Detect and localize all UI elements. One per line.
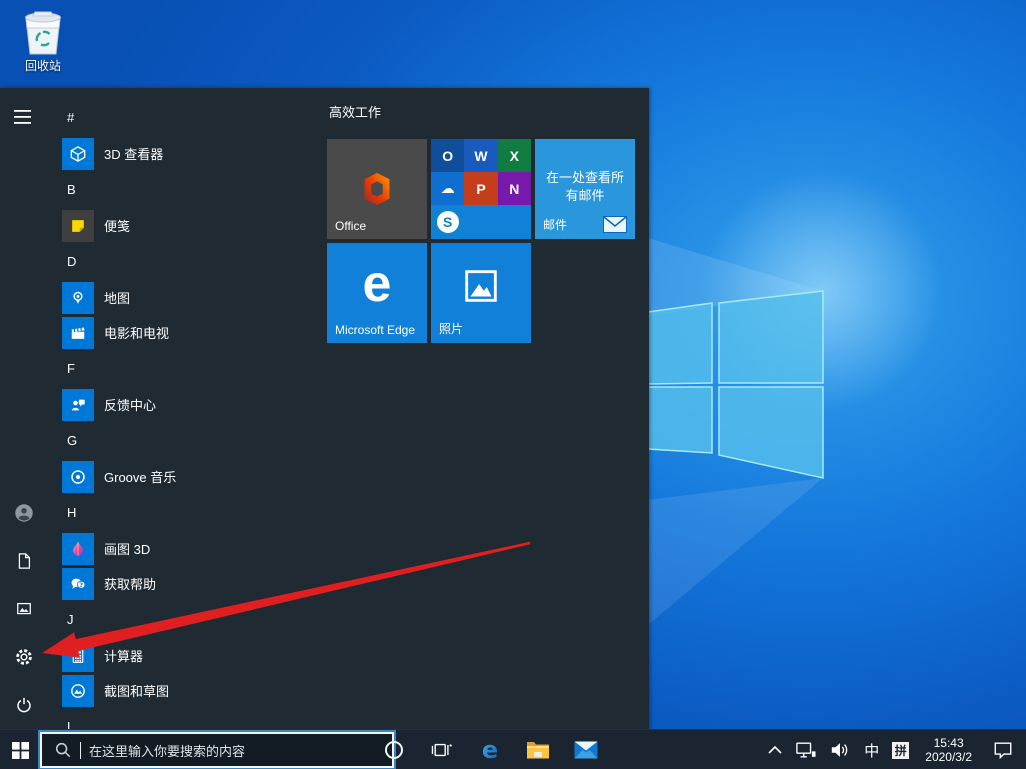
app-list-item-label: 便笺 bbox=[104, 219, 131, 234]
search-icon bbox=[54, 741, 72, 759]
calculator-icon bbox=[62, 639, 94, 672]
mail-icon[interactable] bbox=[562, 730, 610, 769]
app-list-item[interactable]: 3D 查看器 bbox=[62, 136, 314, 171]
start-menu: #3D 查看器 B 便笺 D 地图电影和电视 F 反馈中心 G Groove 音乐 H 画图 3D?… bbox=[0, 88, 649, 729]
text-caret bbox=[80, 741, 81, 759]
mail-envelope-icon bbox=[603, 216, 627, 233]
app-list-item-label: 反馈中心 bbox=[104, 398, 157, 413]
app-list-letter-header[interactable]: D bbox=[62, 243, 314, 280]
start-menu-app-list: #3D 查看器 B 便笺 D 地图电影和电视 F 反馈中心 G Groove 音乐 H 画图 3D?… bbox=[62, 99, 314, 729]
ime-language-indicator[interactable]: 中 bbox=[857, 730, 886, 769]
sticky-icon bbox=[62, 209, 94, 242]
tile-office-apps-grid[interactable]: O W X ☁ P N S bbox=[431, 139, 531, 239]
office-logo-icon bbox=[358, 170, 396, 208]
app-list-item[interactable]: 反馈中心 bbox=[62, 387, 314, 422]
app-list-letter-header[interactable]: F bbox=[62, 350, 314, 387]
app-list-item-label: 3D 查看器 bbox=[104, 147, 164, 162]
tile-edge-label: Microsoft Edge bbox=[335, 323, 416, 337]
gethelp-icon: ? bbox=[62, 567, 94, 600]
desktop: 回收站 #3D 查看器 B 便笺 D 地图电影和电视 F 反馈中心 G Groove 音乐 bbox=[0, 0, 1026, 769]
hamburger-icon[interactable] bbox=[12, 105, 36, 129]
tile-photos[interactable]: 照片 bbox=[431, 243, 531, 343]
taskbar-clock[interactable]: 15:43 2020/3/2 bbox=[915, 736, 982, 764]
tile-microsoft-edge[interactable]: e Microsoft Edge bbox=[327, 243, 427, 343]
search-input[interactable]: 在这里输入你要搜索的内容 bbox=[40, 732, 394, 768]
feedback-icon bbox=[62, 388, 94, 421]
mini-tile-powerpoint[interactable]: P bbox=[464, 172, 498, 205]
action-center-icon[interactable] bbox=[982, 730, 1026, 769]
edge-icon[interactable]: e bbox=[466, 730, 514, 769]
movies-icon bbox=[62, 316, 94, 349]
gear-icon[interactable] bbox=[12, 645, 36, 669]
document-icon[interactable] bbox=[12, 549, 36, 573]
tile-group-title: 高效工作 bbox=[329, 105, 382, 120]
search-placeholder: 在这里输入你要搜索的内容 bbox=[89, 743, 246, 759]
start-menu-tiles: 高效工作 Office O W X ☁ P N S 在一处查看所有邮件 邮件 e… bbox=[327, 88, 639, 729]
app-list-item[interactable]: 画图 3D bbox=[62, 531, 314, 566]
app-list-item[interactable]: 计算器 bbox=[62, 638, 314, 673]
mini-tile-onedrive[interactable]: ☁ bbox=[431, 172, 465, 205]
app-list-item-label: 获取帮助 bbox=[104, 577, 157, 592]
app-list-letter-header[interactable]: B bbox=[62, 171, 314, 208]
svg-text:?: ? bbox=[79, 581, 83, 588]
ime-mode-indicator[interactable]: 拼 bbox=[886, 730, 915, 769]
tile-photos-label: 照片 bbox=[439, 322, 464, 336]
cortana-icon[interactable] bbox=[370, 730, 418, 769]
edge-logo-icon: e bbox=[362, 255, 392, 313]
system-tray: 中 拼 15:43 2020/3/2 bbox=[761, 730, 1026, 769]
app-list-item[interactable]: ? 获取帮助 bbox=[62, 566, 314, 601]
app-list-item[interactable]: 电影和电视 bbox=[62, 315, 314, 350]
tile-mail[interactable]: 在一处查看所有邮件 邮件 bbox=[535, 139, 635, 239]
recycle-bin-shortcut[interactable]: 回收站 bbox=[8, 8, 78, 74]
mini-tile-onenote[interactable]: N bbox=[497, 172, 531, 205]
app-list-letter-header[interactable]: J bbox=[62, 601, 314, 638]
app-list-item[interactable]: Groove 音乐 bbox=[62, 459, 314, 494]
app-list-item-label: 地图 bbox=[104, 291, 131, 306]
start-button[interactable] bbox=[0, 730, 40, 769]
tile-office[interactable]: Office bbox=[327, 139, 427, 239]
photos-icon bbox=[460, 265, 502, 307]
svg-text:e: e bbox=[482, 737, 498, 763]
app-list-item-label: Groove 音乐 bbox=[104, 470, 177, 485]
snip-icon bbox=[62, 674, 94, 707]
groove-icon bbox=[62, 460, 94, 493]
network-icon[interactable] bbox=[789, 730, 823, 769]
maps-icon bbox=[62, 281, 94, 314]
app-list-letter-header[interactable]: H bbox=[62, 494, 314, 531]
start-menu-rail bbox=[0, 88, 48, 729]
mini-tile-excel[interactable]: X bbox=[497, 139, 531, 172]
mini-tile-skype[interactable]: S bbox=[431, 205, 465, 238]
app-list-item[interactable]: 便笺 bbox=[62, 208, 314, 243]
paint3d-icon bbox=[62, 532, 94, 565]
app-list-item-label: 计算器 bbox=[104, 649, 144, 664]
user-icon[interactable] bbox=[12, 501, 36, 525]
taskbar: 在这里输入你要搜索的内容 e 中 拼 15:43 2020/3/2 bbox=[0, 729, 1026, 769]
mini-tile-word[interactable]: W bbox=[464, 139, 498, 172]
file-explorer-icon[interactable] bbox=[514, 730, 562, 769]
recycle-bin-label: 回收站 bbox=[24, 59, 61, 73]
app-list-item[interactable]: 地图 bbox=[62, 280, 314, 315]
power-icon[interactable] bbox=[12, 693, 36, 717]
mini-tile-outlook[interactable]: O bbox=[431, 139, 465, 172]
app-list-item-label: 电影和电视 bbox=[104, 326, 170, 341]
tile-office-label: Office bbox=[335, 219, 367, 233]
viewer3d-icon bbox=[62, 137, 94, 170]
task-view-icon[interactable] bbox=[418, 730, 466, 769]
windows-logo-icon bbox=[11, 741, 29, 759]
app-list-item-label: 截图和草图 bbox=[104, 684, 170, 699]
app-list-letter-header[interactable]: G bbox=[62, 422, 314, 459]
tray-chevron-up-icon[interactable] bbox=[761, 730, 789, 769]
app-list-item-label: 画图 3D bbox=[104, 542, 151, 557]
app-list-item[interactable]: 截图和草图 bbox=[62, 673, 314, 708]
app-list-letter-header[interactable]: L bbox=[62, 708, 314, 729]
volume-icon[interactable] bbox=[823, 730, 857, 769]
tile-mail-promo: 在一处查看所有邮件 bbox=[545, 170, 624, 203]
clock-time: 15:43 bbox=[933, 736, 964, 750]
tile-mail-label: 邮件 bbox=[543, 218, 568, 232]
pictures-icon[interactable] bbox=[12, 597, 36, 621]
recycle-bin-icon bbox=[8, 8, 78, 56]
app-list-letter-header[interactable]: # bbox=[62, 99, 314, 136]
clock-date: 2020/3/2 bbox=[925, 750, 972, 764]
